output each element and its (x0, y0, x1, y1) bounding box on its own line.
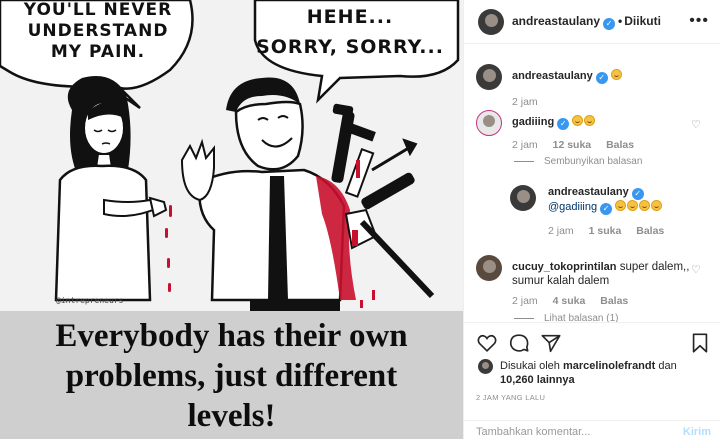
comment-username[interactable]: cucuy_tokoprintilan (512, 261, 617, 273)
likes-count-link[interactable]: 10,260 lainnya (500, 374, 575, 386)
comic-panel: YOU'LL NEVER UNDERSTAND MY PAIN. HEHE...… (0, 0, 463, 311)
view-replies-button[interactable]: Lihat balasan (1) (514, 313, 619, 322)
verified-badge-icon: ✓ (600, 203, 613, 215)
hide-replies-button[interactable]: Sembunyikan balasan (514, 156, 642, 167)
smile-emoji-icon (627, 200, 639, 211)
comment-body: andreastaulany ✓ (512, 69, 623, 84)
separator-dot: • (618, 14, 623, 28)
comment-time[interactable]: 2 jam (512, 96, 538, 108)
bubble-right-line: SORRY, SORRY... (256, 36, 444, 58)
comment-likes[interactable]: 12 suka (553, 139, 592, 151)
comment-body: cucuy_tokoprintilan super dalem,, sumur … (512, 260, 712, 288)
verified-badge-icon: ✓ (557, 118, 570, 130)
caption-line: problems, just different (65, 358, 398, 394)
liker-username[interactable]: marcelinolefrandt (563, 360, 655, 372)
verified-badge-icon: ✓ (603, 18, 616, 30)
speech-bubble-right: HEHE... SORRY, SORRY... (255, 2, 445, 62)
save-bookmark-icon[interactable] (689, 332, 711, 354)
author-avatar[interactable] (478, 9, 504, 35)
comment-like-heart-icon[interactable]: ♡ (691, 265, 701, 276)
grin-emoji-icon (610, 69, 622, 80)
reply-button[interactable]: Balas (636, 225, 664, 237)
commenter-avatar[interactable] (476, 64, 502, 90)
smile-emoji-icon (615, 200, 627, 211)
comment-body: andreastaulany ✓ @gadiiing ✓ (548, 185, 663, 215)
reply-button[interactable]: Balas (600, 295, 628, 307)
commenter-avatar[interactable] (510, 185, 536, 211)
bubble-left-line: UNDERSTAND (27, 21, 169, 41)
comment-mention[interactable]: @gadiiing (548, 201, 597, 213)
caption-line: Everybody has their own (55, 318, 408, 354)
comment-time[interactable]: 2 jam (512, 295, 538, 307)
comment-meta: 2 jam 1 suka Balas (548, 225, 676, 237)
comment-username[interactable]: andreastaulany (548, 186, 629, 198)
commenter-avatar[interactable] (476, 110, 502, 136)
verified-badge-icon: ✓ (631, 188, 644, 200)
comment-likes[interactable]: 4 suka (553, 295, 586, 307)
commenter-avatar[interactable] (476, 255, 502, 281)
image-caption: Everybody has their own problems, just d… (0, 316, 463, 436)
liker-avatar[interactable] (478, 359, 493, 374)
smile-emoji-icon (639, 200, 651, 211)
comment-body: gadiiing ✓ (512, 115, 596, 130)
post-sidebar: andreastaulany ✓ • Diikuti ••• andreastaula… (463, 0, 720, 439)
post-header: andreastaulany ✓ • Diikuti ••• (464, 0, 720, 44)
post-comment-button[interactable]: Kirim (683, 426, 711, 438)
share-paper-plane-icon[interactable] (540, 332, 562, 354)
comment-input[interactable] (476, 426, 656, 438)
verified-badge-icon: ✓ (595, 72, 608, 84)
comment-time[interactable]: 2 jam (548, 225, 574, 237)
author-line: andreastaulany ✓ • Diikuti (512, 14, 661, 30)
like-heart-icon[interactable] (476, 332, 498, 354)
comment-username[interactable]: gadiiing (512, 116, 554, 128)
comment-username[interactable]: andreastaulany (512, 70, 593, 82)
follow-status-button[interactable]: Diikuti (624, 14, 661, 28)
author-username[interactable]: andreastaulany (512, 14, 600, 28)
likes-prefix: Disukai oleh (500, 360, 560, 372)
comment-like-heart-icon[interactable]: ♡ (691, 120, 701, 131)
reply-button[interactable]: Balas (606, 139, 634, 151)
likes-summary: Disukai oleh marcelinolefrandt dan 10,26… (464, 356, 720, 392)
more-options-icon[interactable]: ••• (689, 12, 709, 30)
caption-line: levels! (187, 398, 276, 434)
speech-bubble-left: YOU'LL NEVER UNDERSTAND MY PAIN. (18, 0, 178, 63)
comment-meta: 2 jam (512, 96, 550, 108)
comment-meta: 2 jam 12 suka Balas (512, 139, 646, 151)
comment-bubble-icon[interactable] (508, 332, 530, 354)
likes-conjunction: dan (658, 360, 677, 372)
comment-meta: 2 jam 4 suka Balas (512, 295, 640, 307)
add-comment-bar: Kirim (464, 420, 720, 439)
comment-time[interactable]: 2 jam (512, 139, 538, 151)
smile-emoji-icon (572, 115, 584, 126)
likes-text: Disukai oleh marcelinolefrandt dan 10,26… (500, 359, 710, 387)
comments-list[interactable]: andreastaulany ✓ 2 jam gadiiing ✓ ♡ 2 jam … (464, 44, 720, 322)
bubble-right-line: HEHE... (306, 6, 394, 28)
bubble-left-line: YOU'LL NEVER (23, 0, 173, 20)
image-watermark: @intrepreneurs (56, 296, 124, 305)
smile-emoji-icon (651, 200, 663, 211)
post-image[interactable]: YOU'LL NEVER UNDERSTAND MY PAIN. HEHE...… (0, 0, 463, 439)
post-timestamp[interactable]: 2 JAM YANG LALU (476, 393, 545, 402)
smile-emoji-icon (584, 115, 596, 126)
bubble-left-line: MY PAIN. (50, 42, 146, 62)
comment-likes[interactable]: 1 suka (589, 225, 622, 237)
